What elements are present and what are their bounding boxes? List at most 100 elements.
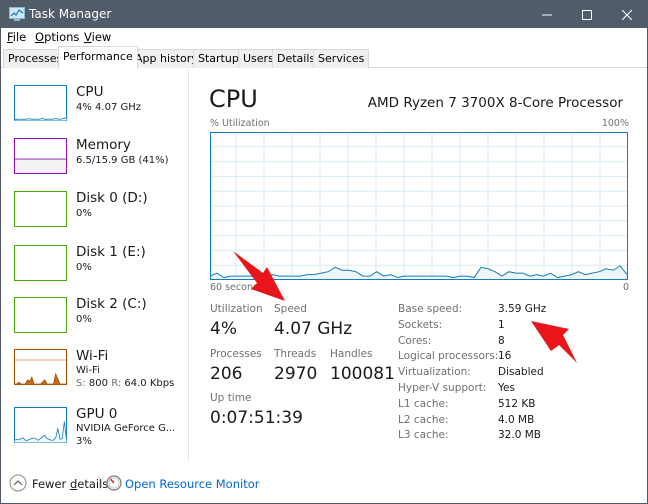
cpu-utilization-graph xyxy=(210,132,628,280)
footer-divider xyxy=(99,476,100,490)
detail-value: 4.0 MB xyxy=(498,413,535,426)
cpu-utilization-area xyxy=(210,265,627,280)
task-manager-app-icon xyxy=(9,7,25,21)
detail-value: 32.0 MB xyxy=(498,429,541,442)
detail-label: Cores: xyxy=(398,334,432,347)
send-label: S: xyxy=(76,378,86,389)
tab-services[interactable]: Services xyxy=(313,49,370,68)
graph-grid xyxy=(210,132,628,280)
processes-label: Processes xyxy=(210,348,262,360)
tab-startup[interactable]: Startup xyxy=(193,49,244,68)
processor-name: AMD Ryzen 7 3700X 8-Core Processor xyxy=(367,95,623,111)
window-title: Task Manager xyxy=(29,7,112,21)
cpu-performance-panel: CPU AMD Ryzen 7 3700X 8-Core Processor %… xyxy=(201,69,641,461)
detail-label: Virtualization: xyxy=(398,366,471,379)
detail-label: Logical processors: xyxy=(398,350,499,363)
disk-2-thumbnail-graph xyxy=(14,297,67,333)
resource-monitor-icon xyxy=(106,475,122,491)
utilization-label: Utilization xyxy=(210,303,263,315)
detail-value: 8 xyxy=(498,334,505,347)
speed-label: Speed xyxy=(274,303,307,315)
sidebar-item-detail: 0% xyxy=(76,262,92,273)
y-axis-max-label: 100% xyxy=(601,118,629,129)
disk-1-thumbnail-graph xyxy=(14,245,67,281)
memory-thumbnail-graph xyxy=(14,138,67,174)
threads-value: 2970 xyxy=(274,364,318,384)
sidebar-item-disk-0[interactable]: Disk 0 (D:) 0% xyxy=(4,189,184,245)
wifi-throughput: S: 800 R: 64.0 Kbps xyxy=(76,378,174,389)
tab-app-history[interactable]: App history xyxy=(130,49,203,68)
sidebar-item-detail: 0% xyxy=(76,208,92,219)
receive-label: R: xyxy=(111,378,122,389)
sidebar-item-name: Memory xyxy=(76,137,131,153)
fewer-details-button[interactable]: Fewer details xyxy=(32,477,108,491)
detail-label: Hyper-V support: xyxy=(398,382,487,394)
resource-sidebar: CPU 4% 4.07 GHz Memory 6.5/15.9 GB (41%)… xyxy=(4,69,189,461)
sidebar-item-wifi[interactable]: Wi-Fi Wi-Fi S: 800 R: 64.0 Kbps xyxy=(4,347,184,403)
sidebar-item-detail: 4% 4.07 GHz xyxy=(76,102,142,113)
sidebar-item-disk-1[interactable]: Disk 1 (E:) 0% xyxy=(4,243,184,299)
sidebar-item-detail: Wi-Fi xyxy=(76,365,100,376)
sidebar-item-detail: NVIDIA GeForce G... xyxy=(76,423,176,434)
detail-label: L2 cache: xyxy=(398,413,449,426)
send-value: 800 xyxy=(88,378,108,389)
sidebar-item-name: Disk 2 (C:) xyxy=(76,296,147,312)
detail-value: Disabled xyxy=(498,366,544,379)
x-axis-start-label: 60 seconds xyxy=(210,282,264,293)
detail-label: L1 cache: xyxy=(398,397,449,410)
tab-performance[interactable]: Performance xyxy=(58,46,138,69)
sidebar-item-cpu[interactable]: CPU 4% 4.07 GHz xyxy=(4,83,184,139)
footer-bar: Fewer details Open Resource Monitor xyxy=(1,469,647,499)
sidebar-item-name: Disk 0 (D:) xyxy=(76,190,148,206)
receive-value: 64.0 Kbps xyxy=(124,378,175,389)
title-bar[interactable]: Task Manager xyxy=(1,1,647,28)
task-manager-window: Task Manager File Options View Processes… xyxy=(0,0,648,504)
menu-options[interactable]: Options xyxy=(35,30,79,44)
detail-value: 3.59 GHz xyxy=(498,303,547,315)
sidebar-item-name: GPU 0 xyxy=(76,406,118,422)
tab-bar: Processes Performance App history Startu… xyxy=(1,46,647,69)
page-title: CPU xyxy=(209,85,258,113)
sidebar-item-disk-2[interactable]: Disk 2 (C:) 0% xyxy=(4,295,184,351)
maximize-icon xyxy=(582,9,592,20)
sidebar-item-name: CPU xyxy=(76,84,104,100)
detail-label: L3 cache: xyxy=(398,429,449,442)
sidebar-item-gpu-0[interactable]: GPU 0 NVIDIA GeForce G... 3% xyxy=(4,405,184,461)
sidebar-item-memory[interactable]: Memory 6.5/15.9 GB (41%) xyxy=(4,136,184,192)
gpu-utilization: 3% xyxy=(76,436,92,447)
detail-value: Yes xyxy=(498,382,515,394)
sidebar-item-detail: 0% xyxy=(76,314,92,325)
menu-bar: File Options View xyxy=(1,28,647,46)
close-icon xyxy=(622,9,632,20)
speed-value: 4.07 GHz xyxy=(274,319,353,339)
detail-value: 1 xyxy=(498,318,505,331)
menu-view[interactable]: View xyxy=(84,30,111,44)
memory-usage-fill xyxy=(15,159,66,173)
chevron-up-circle-icon[interactable] xyxy=(9,474,27,492)
x-axis-end-label: 0 xyxy=(622,282,629,293)
menu-file[interactable]: File xyxy=(7,30,26,44)
minimize-button[interactable] xyxy=(527,1,567,28)
close-button[interactable] xyxy=(607,1,647,28)
detail-label: Base speed: xyxy=(398,303,463,315)
sidebar-item-name: Wi-Fi xyxy=(76,348,109,364)
sidebar-item-name: Disk 1 (E:) xyxy=(76,244,146,260)
y-axis-label: % Utilization xyxy=(210,118,270,129)
threads-label: Threads xyxy=(274,348,317,360)
minimize-icon xyxy=(542,14,552,15)
uptime-value: 0:07:51:39 xyxy=(210,408,303,428)
cpu-thumbnail-graph xyxy=(14,85,67,121)
processes-value: 206 xyxy=(210,364,243,384)
wifi-thumbnail-graph xyxy=(14,349,67,385)
detail-value: 16 xyxy=(498,350,512,363)
open-resource-monitor-link[interactable]: Open Resource Monitor xyxy=(125,477,259,491)
disk-0-thumbnail-graph xyxy=(14,191,67,227)
handles-label: Handles xyxy=(330,348,373,360)
detail-value: 512 KB xyxy=(498,397,536,410)
handles-value: 100081 xyxy=(330,364,395,384)
maximize-button[interactable] xyxy=(567,1,607,28)
uptime-label: Up time xyxy=(210,392,252,404)
gpu-thumbnail-graph xyxy=(14,407,67,443)
utilization-value: 4% xyxy=(210,319,237,339)
sidebar-item-detail: 6.5/15.9 GB (41%) xyxy=(76,155,169,166)
